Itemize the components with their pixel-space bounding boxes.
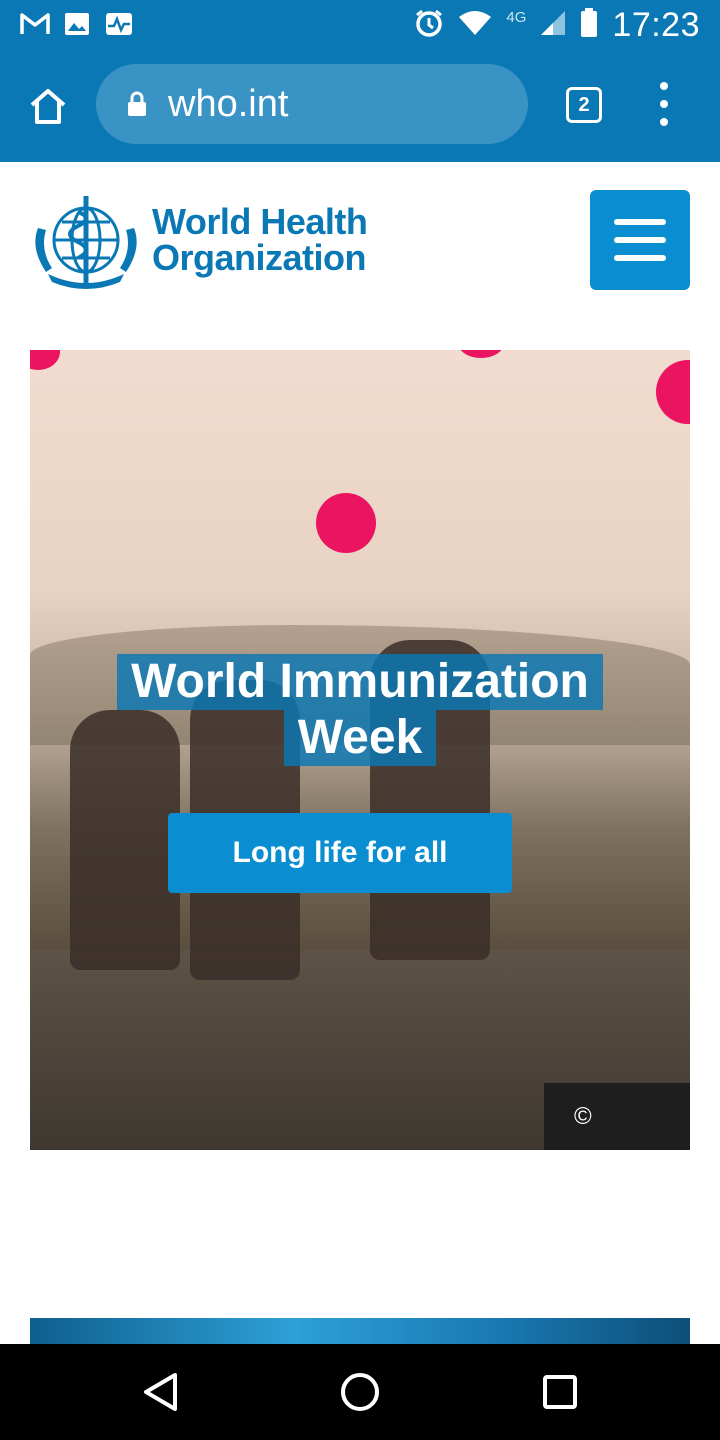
tab-switcher-button[interactable]: 2 bbox=[566, 87, 602, 123]
logo-text: World Health Organization bbox=[152, 201, 368, 278]
hero-title-line-1: World Immunization bbox=[117, 654, 603, 710]
menu-dot bbox=[660, 118, 668, 126]
lock-icon bbox=[126, 90, 148, 118]
url-text: who.int bbox=[168, 82, 289, 125]
status-bar: 4G 17:23 bbox=[0, 0, 720, 52]
menu-dot bbox=[660, 100, 668, 108]
menu-dot bbox=[660, 82, 668, 90]
long-life-button[interactable]: Long life for all bbox=[168, 813, 512, 893]
system-nav-bar bbox=[0, 1344, 720, 1440]
decorative-dot bbox=[30, 350, 60, 370]
home-icon bbox=[30, 89, 66, 124]
gmail-icon bbox=[20, 10, 50, 38]
battery-icon bbox=[580, 8, 598, 43]
browser-menu-button[interactable] bbox=[650, 82, 678, 126]
hamburger-bar bbox=[614, 237, 666, 243]
who-logo[interactable]: World Health Organization bbox=[28, 188, 368, 292]
logo-line-2: Organization bbox=[152, 237, 367, 278]
decorative-dot bbox=[458, 350, 504, 358]
signal-icon bbox=[540, 10, 566, 41]
gallery-icon bbox=[62, 10, 92, 38]
hamburger-bar bbox=[614, 219, 666, 225]
copyright-credit[interactable]: © bbox=[544, 1083, 690, 1150]
recents-button[interactable] bbox=[540, 1372, 580, 1412]
logo-line-1: World Health bbox=[152, 201, 368, 242]
wifi-icon bbox=[458, 10, 492, 41]
next-content-card[interactable] bbox=[30, 1318, 690, 1344]
url-bar[interactable]: who.int bbox=[96, 64, 528, 144]
decorative-dot bbox=[656, 360, 690, 424]
home-circle-icon bbox=[341, 1373, 379, 1411]
home-button[interactable] bbox=[24, 82, 72, 130]
recents-icon bbox=[543, 1375, 577, 1409]
hamburger-menu-button[interactable] bbox=[590, 190, 690, 290]
browser-toolbar: who.int 2 bbox=[0, 52, 720, 162]
who-emblem-icon bbox=[35, 196, 137, 289]
hero-banner[interactable]: World Immunization Week Long life for al… bbox=[30, 350, 690, 1150]
back-button[interactable] bbox=[140, 1372, 180, 1412]
home-nav-button[interactable] bbox=[340, 1372, 380, 1412]
network-type: 4G bbox=[506, 9, 527, 26]
activity-icon bbox=[104, 10, 134, 38]
alarm-icon bbox=[414, 8, 444, 43]
clock: 17:23 bbox=[612, 6, 700, 44]
hero-title-line-2: Week bbox=[283, 710, 437, 766]
back-icon bbox=[144, 1373, 177, 1411]
hamburger-bar bbox=[614, 255, 666, 261]
decorative-dot bbox=[316, 493, 376, 553]
hero-title: World Immunization Week bbox=[30, 654, 690, 766]
